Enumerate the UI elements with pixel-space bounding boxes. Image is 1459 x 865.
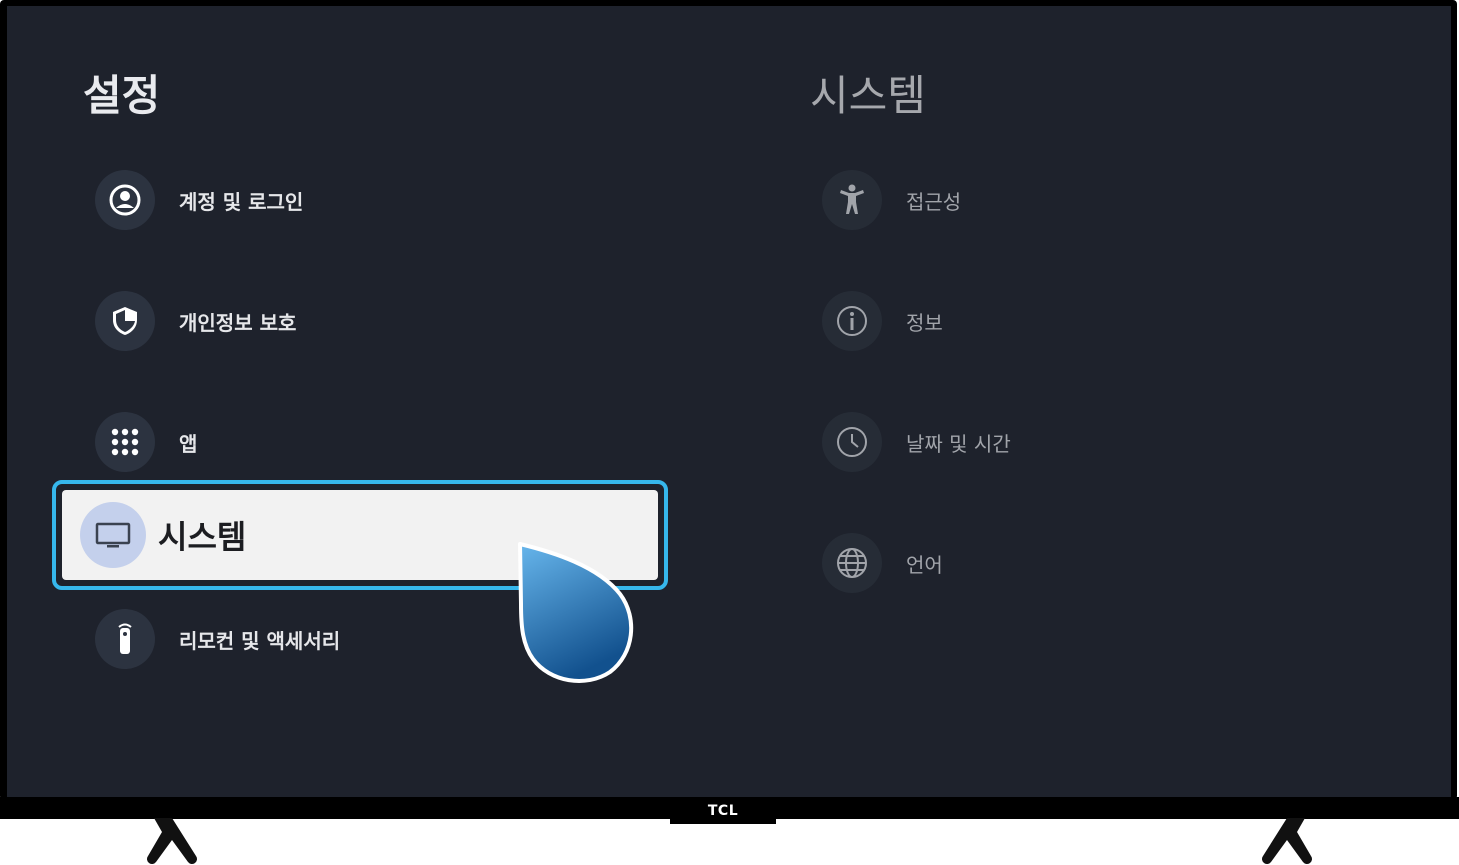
menu-item-apps[interactable]: 앱 (95, 412, 197, 472)
system-panel-title: 시스템 (810, 71, 926, 120)
globe-icon (822, 533, 882, 593)
menu-item-privacy[interactable]: 개인정보 보호 (95, 291, 296, 351)
menu-item-label: 시스템 (158, 518, 247, 556)
tv-stand-left-icon (147, 818, 197, 864)
menu-item-remote[interactable]: 리모컨 및 액세서리 (95, 609, 340, 669)
tv-stand-right-icon (1262, 818, 1312, 864)
settings-title: 설정 (83, 71, 161, 120)
submenu-item-date-time[interactable]: 날짜 및 시간 (822, 412, 1011, 472)
clock-icon (822, 412, 882, 472)
submenu-item-label: 날짜 및 시간 (906, 431, 1011, 456)
menu-item-account[interactable]: 계정 및 로그인 (95, 170, 303, 230)
submenu-item-info[interactable]: 정보 (822, 291, 943, 351)
apps-grid-icon (95, 412, 155, 472)
menu-item-label: 계정 및 로그인 (179, 189, 304, 214)
info-icon (822, 291, 882, 351)
menu-item-label: 앱 (179, 431, 198, 456)
submenu-item-label: 정보 (906, 310, 943, 335)
menu-item-label: 개인정보 보호 (179, 310, 297, 335)
submenu-item-label: 언어 (906, 552, 943, 577)
tv-screen: 설정 시스템 계정 및 로그인 개인정보 보호 앱 리모컨 및 액세서리 접근성… (7, 6, 1451, 798)
accessibility-icon (822, 170, 882, 230)
submenu-item-language[interactable]: 언어 (822, 533, 943, 593)
account-circle-icon (95, 170, 155, 230)
brand-logo: TCL (670, 797, 776, 824)
menu-item-label: 리모컨 및 액세서리 (179, 628, 341, 653)
submenu-item-accessibility[interactable]: 접근성 (822, 170, 961, 230)
remote-icon (95, 609, 155, 669)
shield-icon (95, 291, 155, 351)
pointer-cursor-icon (518, 542, 634, 683)
tv-icon (80, 502, 146, 568)
submenu-item-label: 접근성 (906, 189, 962, 214)
